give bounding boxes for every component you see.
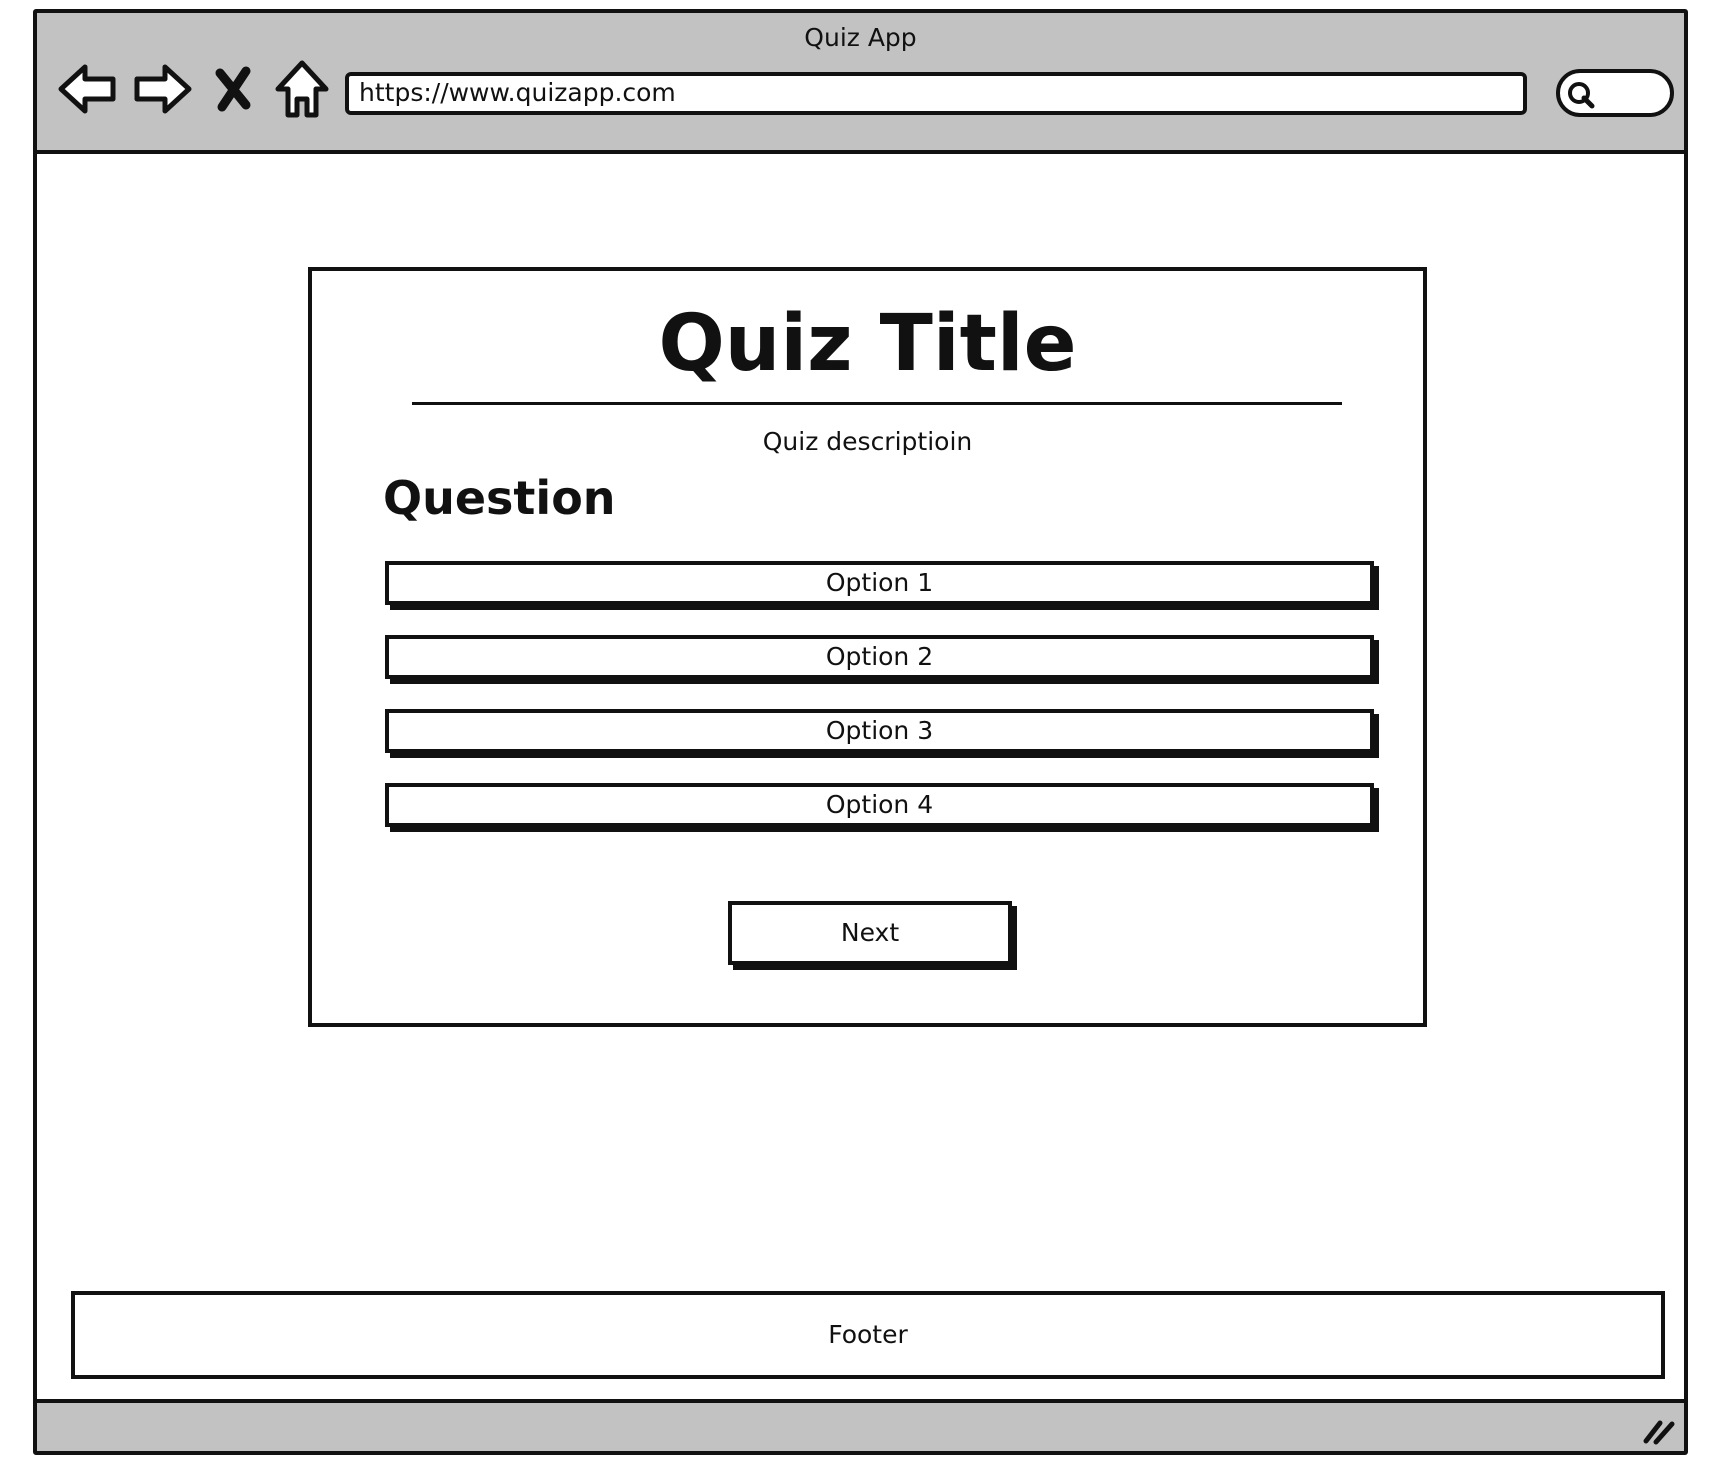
option-3-button[interactable]: Option 3 (385, 709, 1374, 753)
browser-toolbar: Quiz App https://www.quizapp.com (37, 13, 1684, 154)
quiz-card: Quiz Title Quiz descriptioin Question Op… (308, 267, 1427, 1027)
search-box[interactable] (1556, 69, 1674, 117)
next-button[interactable]: Next (728, 901, 1012, 965)
close-x-icon[interactable] (202, 57, 266, 121)
search-icon (1568, 82, 1595, 109)
url-input[interactable]: https://www.quizapp.com (345, 72, 1527, 115)
quiz-description: Quiz descriptioin (762, 427, 973, 456)
home-icon[interactable] (270, 57, 334, 121)
forward-arrow-icon[interactable] (129, 57, 193, 121)
option-2-button[interactable]: Option 2 (385, 635, 1374, 679)
window-title: Quiz App (804, 23, 917, 52)
resize-grip-icon[interactable] (1642, 1415, 1676, 1445)
question-heading: Question (383, 471, 616, 525)
back-arrow-icon[interactable] (57, 57, 121, 121)
title-divider (412, 402, 1342, 405)
option-1-button[interactable]: Option 1 (385, 561, 1374, 605)
status-bar (37, 1399, 1684, 1451)
page-footer: Footer (71, 1291, 1665, 1379)
option-4-button[interactable]: Option 4 (385, 783, 1374, 827)
quiz-title: Quiz Title (658, 299, 1077, 389)
browser-window: Quiz App https://www.quizapp.com Quiz Ti… (33, 9, 1688, 1455)
